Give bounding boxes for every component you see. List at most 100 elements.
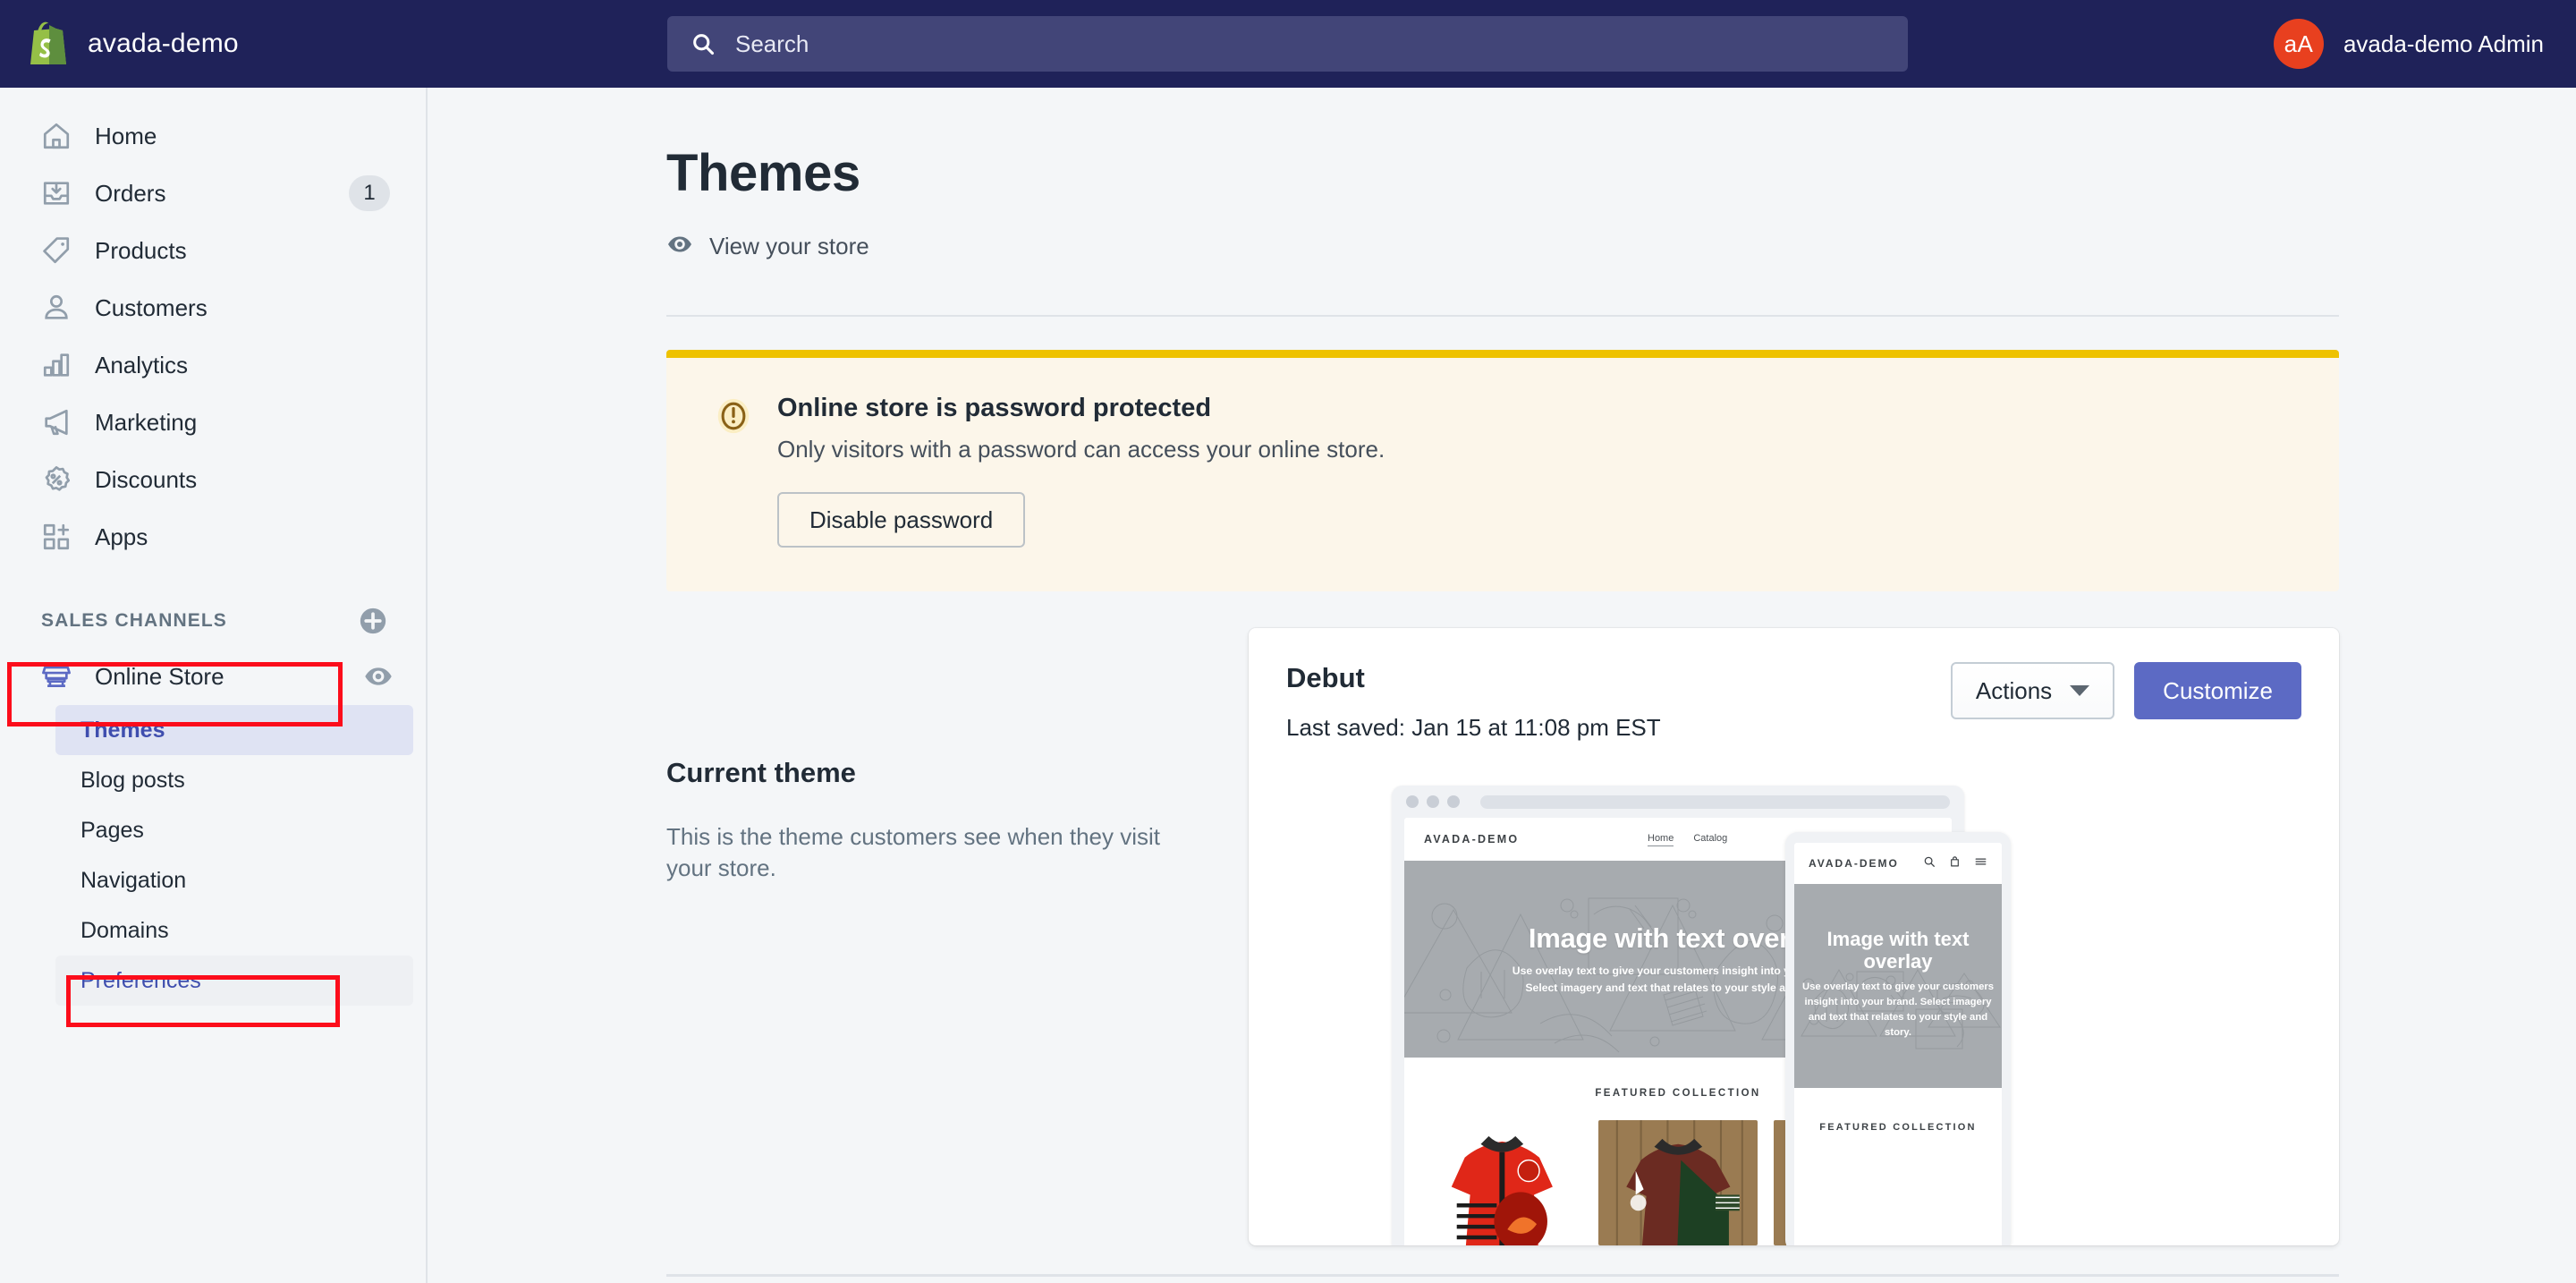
- marketing-megaphone-icon: [41, 407, 72, 438]
- disable-password-button[interactable]: Disable password: [777, 492, 1026, 548]
- cart-bag-icon: [1949, 855, 1961, 872]
- sidebar-item-label: Discounts: [95, 465, 198, 493]
- search-input[interactable]: Search: [667, 16, 1908, 72]
- sidebar-item-label: Online Store: [95, 662, 225, 690]
- sidebar-item-label: Orders: [95, 179, 166, 207]
- storefront-nav: Home Catalog: [1648, 833, 1727, 846]
- sub-item-label: Preferences: [80, 967, 201, 993]
- mobile-preview: AVADA-DEMO Image with text overlay Use o…: [1785, 832, 2011, 1245]
- top-bar: avada-demo Search aA avada-demo Admin: [0, 0, 2576, 88]
- theme-last-saved: Last saved: Jan 15 at 11:08 pm EST: [1286, 714, 1661, 741]
- banner-description: Only visitors with a password can access…: [777, 436, 1385, 463]
- current-theme-heading: Current theme: [666, 757, 856, 788]
- page-title: Themes: [666, 144, 860, 202]
- window-dot-green-icon: [1447, 795, 1460, 808]
- main-content: Themes View your store Online store is p…: [429, 88, 2576, 1283]
- window-dot-yellow-icon: [1427, 795, 1439, 808]
- sales-channels-title: SALES CHANNELS: [41, 610, 227, 631]
- sidebar-item-analytics[interactable]: Analytics: [13, 336, 413, 394]
- search-bar[interactable]: Search: [667, 16, 1908, 72]
- mobile-hero-paragraph: Use overlay text to give your customers …: [1801, 981, 1995, 1039]
- mobile-hero: Image with text overlay Use overlay text…: [1794, 884, 2002, 1088]
- mobile-featured-collection-label: FEATURED COLLECTION: [1819, 1122, 1977, 1133]
- browser-chrome-bar: [1392, 786, 1964, 818]
- sidebar-item-apps[interactable]: Apps: [13, 508, 413, 565]
- chevron-down-icon: [2070, 685, 2090, 696]
- sidebar-item-marketing[interactable]: Marketing: [13, 394, 413, 451]
- apps-grid-plus-icon: [41, 522, 72, 552]
- store-name: avada-demo: [88, 29, 239, 58]
- storefront-icon: [41, 661, 72, 692]
- home-icon: [41, 121, 72, 151]
- sidebar-item-blog-posts[interactable]: Blog posts: [55, 755, 413, 805]
- alert-exclamation-icon: [713, 395, 754, 437]
- analytics-bar-chart-icon: [41, 350, 72, 380]
- mobile-storefront-logo: AVADA-DEMO: [1809, 857, 1899, 870]
- sidebar-item-discounts[interactable]: Discounts: [13, 451, 413, 508]
- sub-item-label: Pages: [80, 817, 144, 843]
- sidebar-item-pages[interactable]: Pages: [55, 805, 413, 855]
- actions-label: Actions: [1975, 676, 2053, 704]
- eye-icon[interactable]: [363, 661, 394, 692]
- mobile-hero-heading: Image with text overlay: [1826, 928, 1970, 973]
- storefront-nav-home: Home: [1648, 833, 1674, 846]
- sidebar-item-preferences[interactable]: Preferences: [55, 956, 413, 1006]
- sidebar-item-customers[interactable]: Customers: [13, 279, 413, 336]
- hero-heading: Image with text overlay: [1528, 922, 1828, 954]
- discounts-percent-badge-icon: [41, 464, 72, 495]
- sidebar-item-home[interactable]: Home: [13, 107, 413, 165]
- account-name: avada-demo Admin: [2343, 30, 2544, 57]
- actions-button[interactable]: Actions: [1950, 662, 2115, 719]
- theme-preview: AVADA-DEMO Home Catalog Image with text …: [1249, 786, 2339, 1245]
- banner-title: Online store is password protected: [777, 394, 1212, 422]
- sidebar-item-online-store[interactable]: Online Store: [13, 648, 413, 705]
- search-icon: [691, 31, 716, 56]
- sidebar-item-label: Home: [95, 122, 157, 149]
- sales-channels-header: SALES CHANNELS: [0, 599, 426, 642]
- avatar: aA: [2273, 19, 2324, 69]
- sidebar-item-navigation[interactable]: Navigation: [55, 855, 413, 905]
- hamburger-menu-icon: [1974, 855, 1987, 872]
- window-dot-red-icon: [1406, 795, 1419, 808]
- sub-item-label: Navigation: [80, 867, 187, 893]
- storefront-nav-catalog: Catalog: [1693, 832, 1728, 844]
- mobile-header-icons: [1923, 855, 1987, 872]
- sub-item-label: Domains: [80, 917, 169, 943]
- product-thumbnail[interactable]: [1597, 1120, 1758, 1245]
- view-your-store-link[interactable]: View your store: [666, 231, 869, 262]
- sidebar-item-label: Apps: [95, 523, 148, 550]
- view-your-store-label: View your store: [709, 233, 869, 259]
- products-tag-icon: [41, 235, 72, 266]
- password-protection-banner: Online store is password protected Only …: [666, 350, 2339, 591]
- eye-icon: [666, 231, 693, 262]
- orders-inbox-icon: [41, 178, 72, 208]
- sub-item-label: Blog posts: [80, 767, 185, 793]
- sidebar-item-orders[interactable]: Orders 1: [13, 165, 413, 222]
- plus-circle-icon[interactable]: [358, 606, 388, 636]
- sidebar-item-products[interactable]: Products: [13, 222, 413, 279]
- shopify-bag-icon: [27, 21, 68, 66]
- mobile-storefront-header: AVADA-DEMO: [1794, 843, 2002, 884]
- theme-name: Debut: [1286, 662, 1365, 693]
- product-thumbnail[interactable]: [1422, 1120, 1582, 1245]
- current-theme-card: Debut Last saved: Jan 15 at 11:08 pm EST…: [1249, 628, 2339, 1245]
- sidebar-item-label: Analytics: [95, 351, 189, 378]
- mobile-storefront: AVADA-DEMO Image with text overlay Use o…: [1794, 843, 2002, 1245]
- current-theme-description: This is the theme customers see when the…: [666, 823, 1161, 882]
- customize-button[interactable]: Customize: [2134, 662, 2301, 719]
- sidebar-item-label: Marketing: [95, 408, 198, 436]
- sidebar-item-themes[interactable]: Themes: [55, 705, 413, 755]
- browser-url-bar: [1480, 794, 1950, 809]
- sub-item-label: Themes: [80, 717, 165, 743]
- customers-person-icon: [41, 293, 72, 323]
- sidebar-item-label: Products: [95, 236, 187, 264]
- account-menu[interactable]: aA avada-demo Admin: [2273, 0, 2544, 88]
- storefront-logo: AVADA-DEMO: [1424, 833, 1520, 845]
- sidebar: Home Orders 1 Products Customers Analyti…: [0, 88, 428, 1283]
- sidebar-item-domains[interactable]: Domains: [55, 905, 413, 956]
- footer-divider: [666, 1274, 2339, 1277]
- brand-logo-area[interactable]: avada-demo: [0, 0, 428, 88]
- sidebar-item-label: Customers: [95, 293, 208, 321]
- search-icon: [1923, 855, 1936, 872]
- orders-badge: 1: [349, 175, 390, 211]
